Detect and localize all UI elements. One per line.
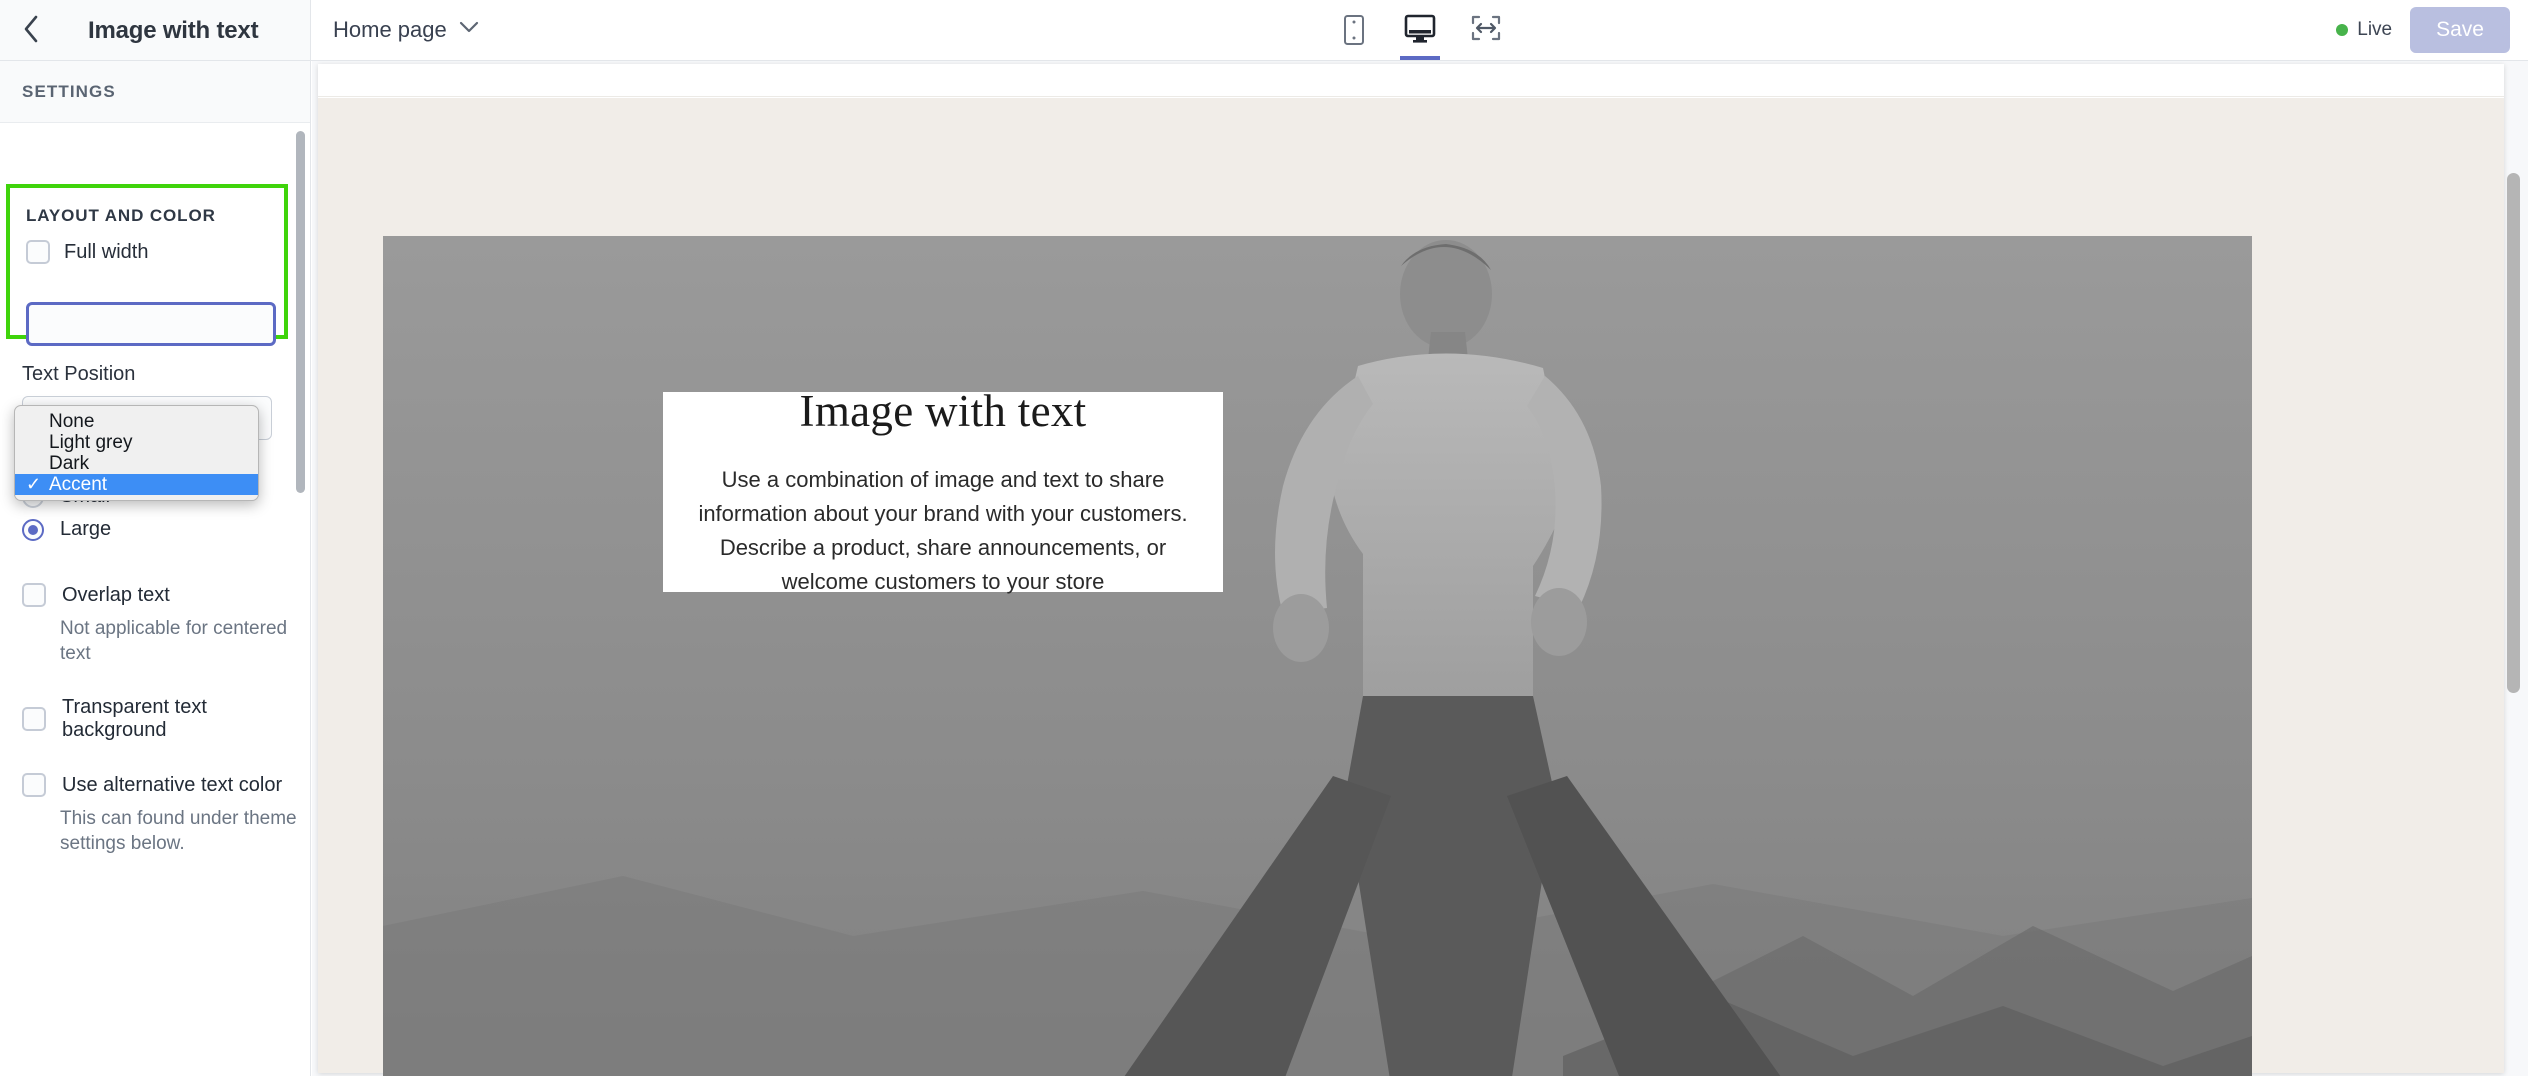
device-button-desktop[interactable] [1396,0,1444,60]
option-label: Accent [49,474,108,495]
layout-and-color-group: LAYOUT AND COLOR Full width [6,184,288,346]
arrows-horizontal-icon [1470,14,1502,47]
save-button[interactable]: Save [2410,7,2510,53]
radio-row-large[interactable]: Large [22,518,111,541]
chevron-down-icon [459,21,479,39]
store-announcement-bar [318,64,2504,97]
dropdown-option-light-grey[interactable]: Light grey [15,432,258,453]
checkbox-label-overlap-text: Overlap text [62,583,170,606]
settings-section-header: SETTINGS [0,61,310,123]
sidebar-scrollbar[interactable] [296,131,305,1076]
store-preview-area: Image with text Use a combination of ima… [312,61,2528,1076]
status-dot-icon [2336,24,2349,36]
device-preview-switcher [1330,0,1510,60]
full-width-checkbox-row[interactable]: Full width [26,240,148,264]
device-button-full-width[interactable] [1462,0,1510,60]
full-width-label: Full width [64,240,149,263]
back-button[interactable] [14,14,48,48]
settings-sidebar: SETTINGS LAYOUT AND COLOR Full width Non… [0,61,311,1076]
radio-icon-large[interactable] [22,518,44,541]
live-label: Live [2357,19,2393,40]
checkbox-label-transparent-background: Transparent text background [62,696,207,741]
alt-text-color-field: Use alternative text color This can foun… [22,773,305,856]
top-bar: Image with text Home page Live Save [0,0,2528,61]
text-position-label: Text Position [22,363,136,385]
top-bar-actions: Live Save [2336,0,2510,60]
panel-header: Image with text [0,0,311,61]
page-selector-dropdown[interactable]: Home page [333,0,479,60]
group-title: LAYOUT AND COLOR [26,206,216,225]
checkbox-row-overlap-text[interactable]: Overlap text [22,583,305,607]
transparent-bg-field: Transparent text background [22,696,310,752]
mobile-icon [1342,14,1366,51]
dropdown-option-dark[interactable]: Dark [15,453,258,474]
overlap-text-field: Overlap text Not applicable for centered… [22,583,305,666]
hero-image [383,236,2252,1076]
checkbox-icon[interactable] [22,707,46,731]
chevron-left-icon [21,14,41,49]
device-button-mobile[interactable] [1330,0,1378,60]
color-scheme-select[interactable] [26,302,276,346]
option-label: Light grey [49,432,133,453]
check-icon: ✓ [26,474,42,494]
theme-editor-app: Image with text Home page Live Save SETT… [0,0,2528,1076]
helper-text-alt-color: This can found under theme settings belo… [60,808,297,854]
dropdown-option-none[interactable]: None [15,411,258,432]
card-heading: Image with text [799,385,1087,436]
preview-frame: Image with text Use a combination of ima… [318,64,2504,1076]
sidebar-scrollbar-thumb[interactable] [296,131,305,493]
dropdown-option-accent[interactable]: ✓ Accent [15,474,258,495]
checkbox-label-alt-text-color: Use alternative text color [62,773,283,796]
checkbox-row-alt-text-color[interactable]: Use alternative text color [22,773,305,797]
card-body-text: Use a combination of image and text to s… [698,466,1188,595]
live-status-badge: Live [2336,19,2392,41]
option-label: Dark [49,453,90,474]
top-bar-main: Home page Live Save [311,0,2528,61]
page-title: Image with text [88,16,259,44]
color-scheme-dropdown-menu[interactable]: None Light grey Dark ✓ Accent [14,405,259,501]
checkbox-icon[interactable] [22,583,46,607]
option-label: None [49,411,95,432]
preview-scrollbar-thumb[interactable] [2507,173,2520,693]
page-selector-label: Home page [333,17,447,42]
desktop-icon [1404,14,1436,49]
helper-text-overlap: Not applicable for centered text [60,618,288,664]
checkbox-row-transparent-background[interactable]: Transparent text background [22,696,310,742]
image-with-text-card: Image with text Use a combination of ima… [663,386,1223,594]
radio-label-large: Large [60,518,112,540]
checkbox-icon[interactable] [22,773,46,797]
checkbox-icon[interactable] [26,240,50,264]
store-section-image-with-text: Image with text Use a combination of ima… [318,98,2504,1076]
